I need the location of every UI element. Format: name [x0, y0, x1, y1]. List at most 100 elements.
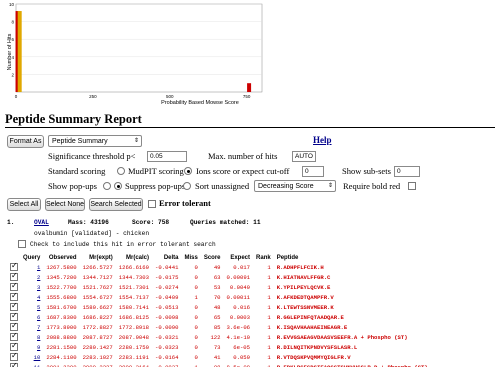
cell-delta: -0.0274 — [155, 283, 179, 291]
row-checkbox[interactable] — [10, 351, 18, 361]
cell-delta: -0.0513 — [155, 303, 179, 311]
cell-query: 9 — [20, 342, 43, 352]
row-checkbox[interactable] — [10, 281, 18, 291]
mudpit-scoring-radio[interactable] — [184, 167, 192, 175]
query-link[interactable]: 8 — [37, 334, 40, 341]
sort-unassigned-radio[interactable] — [183, 182, 191, 190]
cell-rank: 1 — [267, 343, 271, 351]
search-selected-button[interactable]: Search Selected — [89, 198, 143, 211]
query-link[interactable]: 5 — [37, 304, 40, 311]
cell-mr-calc: 2280.1750 — [118, 343, 149, 351]
significance-input[interactable]: 0.05 — [147, 151, 187, 162]
row-checkbox[interactable] — [10, 331, 18, 341]
hit-number: 1. — [7, 219, 15, 226]
cell-mr-expt: 1521.7627 — [82, 283, 113, 291]
cell-delta: -0.0323 — [155, 343, 179, 351]
significance-label: Significance threshold p< — [48, 151, 136, 161]
hit-description: ovalbumin [validated] - chicken — [34, 230, 150, 237]
cell-observed: 1267.5800 — [46, 263, 77, 271]
cell-score: 65 — [213, 313, 221, 321]
query-link[interactable]: 2 — [37, 274, 40, 281]
cell-query: 5 — [20, 302, 43, 312]
show-popups-radio[interactable] — [103, 182, 111, 190]
query-link[interactable]: 11 — [34, 364, 41, 367]
cell-query: 8 — [20, 332, 43, 342]
cell-expect: 0.017 — [233, 263, 251, 271]
hit-mass: Mass: 43196 — [68, 219, 109, 226]
cell-miss: 0 — [194, 353, 198, 361]
query-link[interactable]: 7 — [37, 324, 40, 331]
require-bold-red-checkbox[interactable] — [408, 182, 416, 190]
cell-peptide: K.HIATNAVLFFGR.C — [276, 273, 331, 281]
peptide-match-table: Query Observed Mr(expt) Mr(calc) Delta M… — [8, 254, 431, 367]
row-checkbox[interactable] — [10, 311, 18, 321]
cell-delta: -0.0175 — [155, 273, 179, 281]
column-header: Mr(calc) — [125, 254, 149, 261]
query-link[interactable]: 1 — [37, 264, 40, 271]
cell-peptide: R.ADHPFLFCIK.H — [276, 263, 324, 271]
cell-peptide: R.VTDQSKPVQMMYQIGLFR.V — [276, 353, 351, 361]
query-link[interactable]: 3 — [37, 284, 40, 291]
table-row: 6 1687.8300 1686.8227 1686.8125 -0.0098 0 65 0.… — [8, 311, 431, 322]
hit-error-tolerant-checkbox[interactable] — [18, 240, 26, 248]
histogram-bar — [17, 11, 22, 92]
cell-expect: 0.059 — [233, 353, 251, 361]
query-link[interactable]: 9 — [37, 344, 40, 351]
row-checkbox[interactable] — [10, 271, 18, 281]
table-row: 4 1555.6800 1554.6727 1554.7137 -0.0409 1 70 0.… — [8, 291, 431, 302]
column-header: Miss — [184, 254, 198, 261]
format-select[interactable]: Peptide Summary ⇕ — [48, 135, 142, 147]
cell-query: 4 — [20, 292, 43, 302]
row-checkbox[interactable] — [10, 261, 18, 271]
cell-expect: 0.00091 — [226, 273, 251, 281]
table-row: 3 1522.7700 1521.7627 1521.7301 -0.0274 0 53 0.… — [8, 281, 431, 292]
column-header: Expect — [230, 254, 251, 261]
cell-delta: -0.0409 — [155, 293, 179, 301]
cell-mr-expt: 2087.8727 — [82, 333, 113, 341]
show-subsets-input[interactable]: 0 — [394, 166, 420, 177]
column-header: Peptide — [276, 254, 299, 261]
table-header-row: Query Observed Mr(expt) Mr(calc) Delta M… — [8, 254, 431, 262]
error-tolerant-label: Error tolerant — [159, 198, 211, 208]
cell-peptide: R.GGLEPINFQTAADQAR.E — [276, 313, 344, 321]
cell-mr-expt: 2283.1027 — [82, 353, 113, 361]
cell-miss: 0 — [194, 323, 198, 331]
max-hits-label: Max. number of hits — [208, 151, 278, 161]
table-row: 11 2901.2300 2900.2227 2900.3164 -0.0937 1 98 8… — [8, 361, 431, 367]
standard-scoring-radio[interactable] — [117, 167, 125, 175]
hit-score: Score: 758 — [132, 219, 170, 226]
suppress-popups-radio[interactable] — [114, 182, 122, 190]
select-all-button[interactable]: Select All — [7, 198, 41, 211]
cell-query: 3 — [20, 282, 43, 292]
select-none-button[interactable]: Select None — [45, 198, 85, 211]
query-link[interactable]: 10 — [34, 354, 41, 361]
cell-score: 53 — [213, 283, 221, 291]
cell-observed: 1687.8300 — [46, 313, 77, 321]
y-tick-label: 10 — [9, 2, 15, 7]
hit-accession-link[interactable]: OVAL — [34, 219, 49, 226]
row-checkbox[interactable] — [10, 341, 18, 351]
max-hits-input[interactable]: AUTO — [292, 151, 316, 162]
cell-delta: -0.0441 — [155, 263, 179, 271]
sort-select[interactable]: Decreasing Score ⇕ — [254, 180, 336, 192]
query-link[interactable]: 6 — [37, 314, 40, 321]
help-link[interactable]: Help — [313, 135, 332, 145]
row-checkbox[interactable] — [10, 291, 18, 301]
cell-rank: 1 — [267, 283, 271, 291]
report-title: Peptide Summary Report — [5, 112, 142, 126]
row-checkbox[interactable] — [10, 361, 18, 367]
row-checkbox[interactable] — [10, 321, 18, 331]
cell-expect: 0.0049 — [229, 283, 251, 291]
format-as-button[interactable]: Format As — [7, 135, 44, 148]
table-row: 1 1267.5800 1266.5727 1266.6169 -0.0441 0 49 0.… — [8, 261, 431, 272]
error-tolerant-checkbox[interactable] — [148, 200, 156, 208]
row-checkbox[interactable] — [10, 301, 18, 311]
column-header: Query — [23, 254, 41, 261]
cell-miss: 1 — [194, 293, 198, 301]
column-header: Score — [203, 254, 221, 261]
cell-observed: 2901.2300 — [46, 363, 77, 367]
query-link[interactable]: 4 — [37, 294, 40, 301]
cell-query: 1 — [20, 262, 43, 272]
ions-cutoff-input[interactable]: 0 — [302, 166, 324, 177]
cell-query: 2 — [20, 272, 43, 282]
